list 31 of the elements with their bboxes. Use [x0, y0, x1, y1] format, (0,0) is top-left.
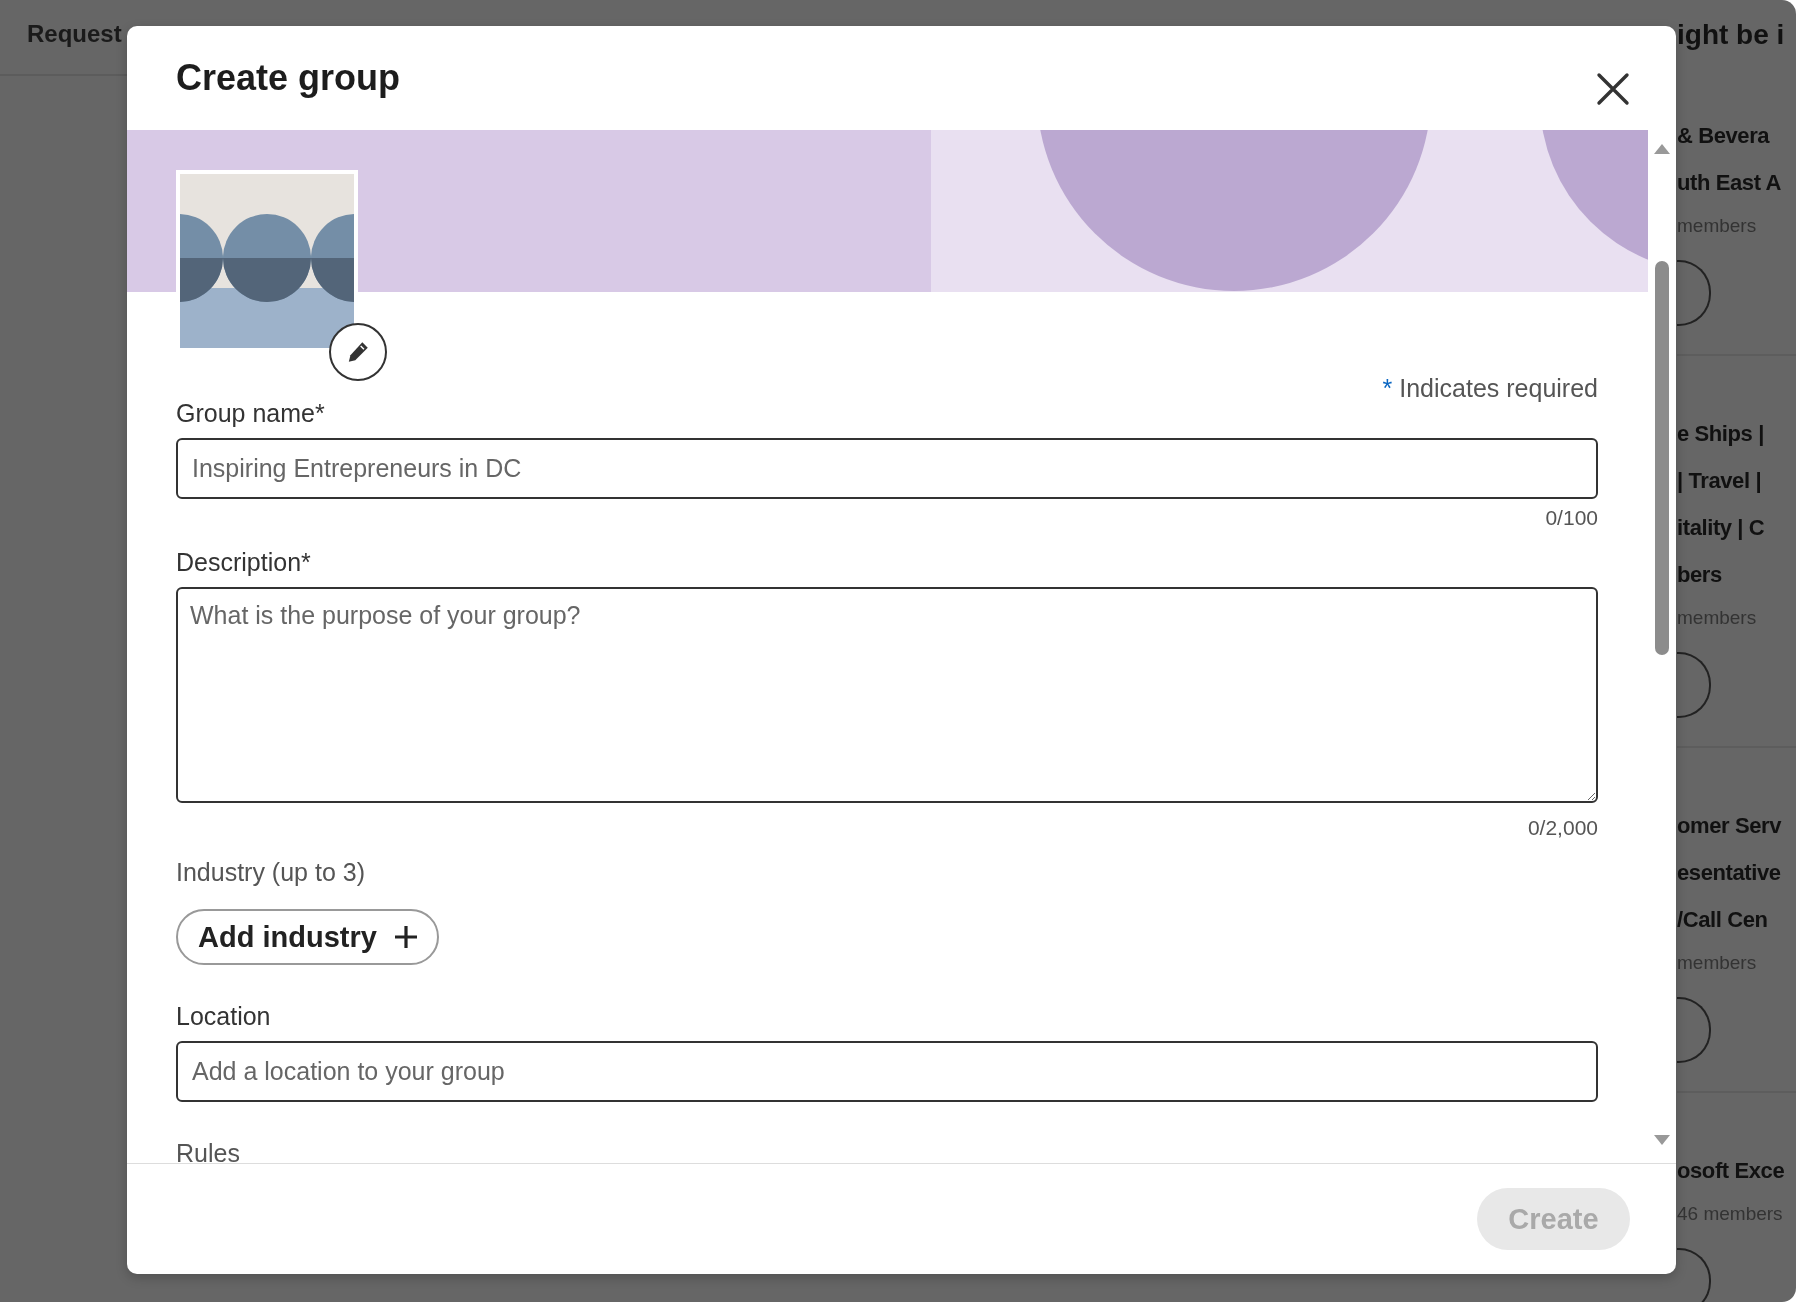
scroll-up-icon[interactable]	[1654, 144, 1670, 154]
field-label: Description*	[176, 547, 311, 578]
character-counter: 0/2,000	[1526, 815, 1598, 841]
scrollbar-thumb[interactable]	[1655, 261, 1669, 655]
scroll-down-icon[interactable]	[1654, 1135, 1670, 1145]
close-button[interactable]	[1596, 72, 1630, 106]
character-counter: 0/100	[1544, 505, 1598, 531]
field-label: Group name*	[176, 398, 325, 429]
required-note: * Indicates required	[1382, 374, 1598, 403]
dialog-title: Create group	[176, 57, 401, 99]
group-name[interactable]: /Call Cen	[1677, 896, 1796, 943]
description-field[interactable]: What is the purpose of your group?	[176, 587, 1598, 803]
group-name[interactable]: | Travel |	[1677, 457, 1796, 504]
group-name[interactable]: osoft Exce	[1677, 1147, 1796, 1194]
add-industry-button[interactable]: Add industry	[176, 909, 439, 965]
text-input-field[interactable]: Inspiring Entrepreneurs in DC	[176, 438, 1598, 499]
text-input-field[interactable]: Add a location to your group	[176, 1041, 1598, 1102]
group-name[interactable]: bers	[1677, 551, 1796, 598]
section-heading: ight be i	[1677, 18, 1786, 52]
group-name[interactable]: omer Serv	[1677, 802, 1796, 849]
plus-icon	[392, 924, 419, 950]
group-name[interactable]: itality | C	[1677, 504, 1796, 551]
field-label: Location	[176, 1001, 271, 1032]
group-name[interactable]: e Ships |	[1677, 410, 1796, 457]
tab-label[interactable]: Request	[27, 20, 122, 48]
field-label: Rules	[176, 1138, 240, 1163]
group-name[interactable]: uth East A	[1677, 159, 1796, 206]
edit-button[interactable]	[329, 323, 387, 381]
group-name[interactable]: esentative	[1677, 849, 1796, 896]
field-label: Industry (up to 3)	[176, 857, 365, 888]
group-name[interactable]: & Bevera	[1677, 112, 1796, 159]
